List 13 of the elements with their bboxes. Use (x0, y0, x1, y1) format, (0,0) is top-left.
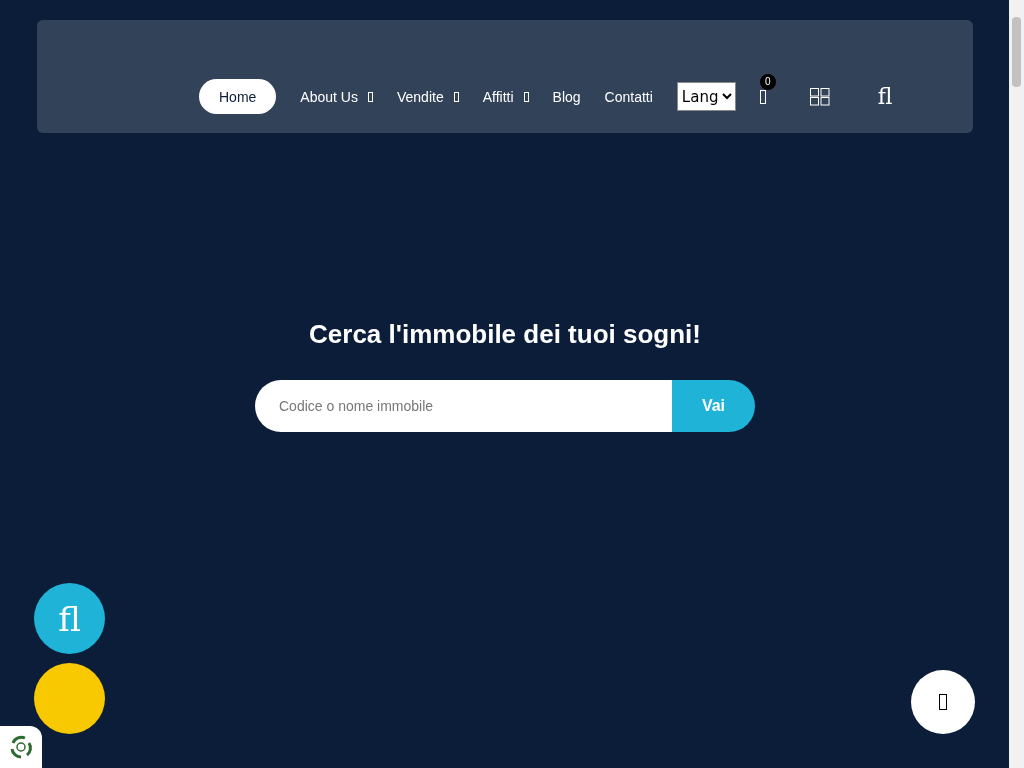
nav-link[interactable]: About Us (300, 79, 373, 114)
cart-count: 0 (759, 73, 776, 90)
search-field[interactable]: Codice o nome immobile (255, 380, 672, 432)
nav-link[interactable]: Blog (552, 79, 581, 114)
nav-link[interactable]: Home (199, 79, 277, 114)
nav-link[interactable]: Vendite (396, 79, 459, 114)
hero-title: Cerca l'immobile dei tuoi sogni! (309, 319, 701, 350)
scrollbar[interactable] (1009, 0, 1024, 768)
search-glyph[interactable]: fl (877, 84, 893, 109)
nav-link[interactable]: Contatti (604, 79, 653, 114)
grid-icon[interactable] (809, 87, 830, 106)
language-select[interactable]: Lang (676, 82, 736, 111)
nav-link[interactable]: Affitti (482, 79, 529, 114)
